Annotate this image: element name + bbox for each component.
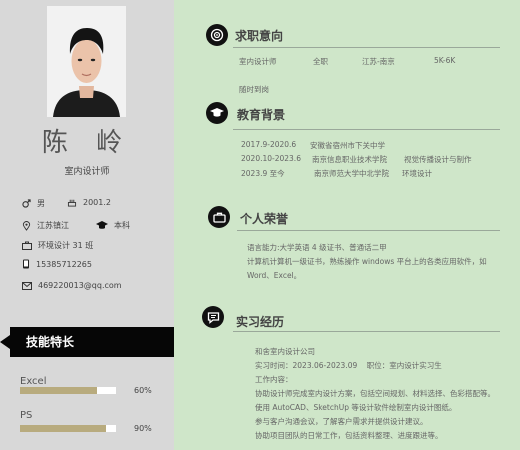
birth-value: 2001.2 — [83, 198, 111, 207]
intent-salary: 5K-6K — [434, 56, 456, 65]
honor-line-3: Word、Excel。 — [247, 271, 302, 280]
skill-percent-ps: 90% — [134, 424, 152, 433]
edu-school-3: 南京师范大学中北学院 — [314, 169, 389, 178]
intern-duty-4: 协助项目团队的日常工作，包括资料整理、进度跟进等。 — [255, 431, 443, 440]
honor-line-2: 计算机计算机一级证书，熟练操作 windows 平台上的各类应用软件，如 — [247, 257, 487, 266]
edu-school-1: 安徽省宿州市下关中学 — [310, 141, 385, 150]
degree-info: 本科 — [96, 220, 130, 231]
chat-bubble-icon — [202, 306, 224, 328]
skills-banner-arrow — [0, 335, 10, 349]
skill-percent-excel: 60% — [134, 386, 152, 395]
edu-school-2: 南京信息职业技术学院 — [312, 155, 387, 164]
edu-major-3: 环境设计 — [402, 169, 432, 178]
location-value: 江苏镇江 — [37, 221, 69, 230]
graduation-cap-icon — [206, 102, 228, 124]
skill-name-excel: Excel — [20, 376, 47, 387]
intent-position: 室内设计师 — [239, 57, 277, 66]
location-info: 江苏镇江 — [22, 220, 69, 231]
intent-availability: 随时到岗 — [239, 85, 269, 94]
phone-icon — [23, 259, 29, 269]
birth-info: 2001.2 — [67, 198, 111, 207]
skill-name-ps: PS — [20, 410, 33, 421]
gender-value: 男 — [37, 199, 45, 208]
honor-line-1: 语言能力:大学英语 4 级证书、普通话二甲 — [247, 243, 387, 252]
cake-icon — [67, 199, 77, 207]
internship-divider — [233, 331, 500, 332]
skill-bar-ps — [20, 425, 116, 432]
candidate-name: 陈 岭 — [41, 128, 133, 158]
intern-time-label: 实习时间： — [255, 361, 293, 370]
male-icon — [22, 199, 31, 208]
email-value[interactable]: 469220013@qq.com — [38, 281, 122, 290]
job-intent-divider — [233, 47, 500, 48]
intent-city: 江苏-南京 — [362, 57, 395, 66]
intern-time-row: 实习时间：2023.06-2023.09 职位：室内设计实习生 — [255, 360, 442, 371]
intern-role: 室内设计实习生 — [389, 361, 442, 370]
email-info: 469220013@qq.com — [22, 281, 122, 290]
intent-type: 全职 — [313, 57, 328, 66]
intern-content-label: 工作内容： — [255, 375, 293, 384]
skill-bar-fill-excel — [20, 387, 97, 394]
intern-role-label: 职位： — [366, 361, 390, 370]
envelope-icon — [22, 281, 32, 290]
honors-divider — [237, 230, 500, 231]
education-divider — [233, 129, 500, 130]
job-intent-title: 求职意向 — [235, 29, 284, 43]
candidate-job-title: 室内设计师 — [64, 167, 110, 177]
intern-duty-2: 使用 AutoCAD、SketchUp 等设计软件绘制室内设计图纸。 — [255, 403, 457, 412]
edu-period-1: 2017.9-2020.6 — [241, 140, 297, 149]
skills-banner: 技能特长 — [0, 327, 180, 357]
intern-duty-3: 参与客户沟通会议，了解客户需求并提供设计建议。 — [255, 417, 428, 426]
skill-bar-excel — [20, 387, 116, 394]
skill-bar-fill-ps — [20, 425, 107, 432]
briefcase-icon — [22, 241, 32, 250]
briefcase-icon — [208, 206, 230, 228]
phone-value: 15385712265 — [36, 259, 92, 269]
location-pin-icon — [22, 220, 31, 231]
edu-period-3: 2023.9 至今 — [241, 169, 285, 178]
profile-photo — [47, 6, 126, 117]
edu-period-2: 2020.10-2023.6 — [241, 154, 301, 163]
graduation-cap-icon — [96, 221, 108, 229]
intern-duty-1: 协助设计师完成室内设计方案，包括空间规划、材料选择、色彩搭配等。 — [255, 389, 495, 398]
education-title: 教育背景 — [237, 108, 286, 122]
edu-major-2: 视觉传播设计与制作 — [404, 155, 472, 164]
intern-company: 和舍室内设计公司 — [255, 347, 315, 356]
internship-title: 实习经历 — [236, 315, 285, 329]
target-icon — [206, 24, 228, 46]
degree-value: 本科 — [114, 221, 130, 230]
gender-info: 男 — [22, 198, 45, 209]
class-info: 环境设计 31 班 — [22, 240, 93, 251]
phone-info: 15385712265 — [22, 259, 92, 269]
skills-title: 技能特长 — [26, 335, 75, 349]
honors-title: 个人荣誉 — [240, 212, 289, 226]
intern-time: 2023.06-2023.09 — [292, 361, 358, 370]
class-value: 环境设计 31 班 — [38, 241, 94, 250]
